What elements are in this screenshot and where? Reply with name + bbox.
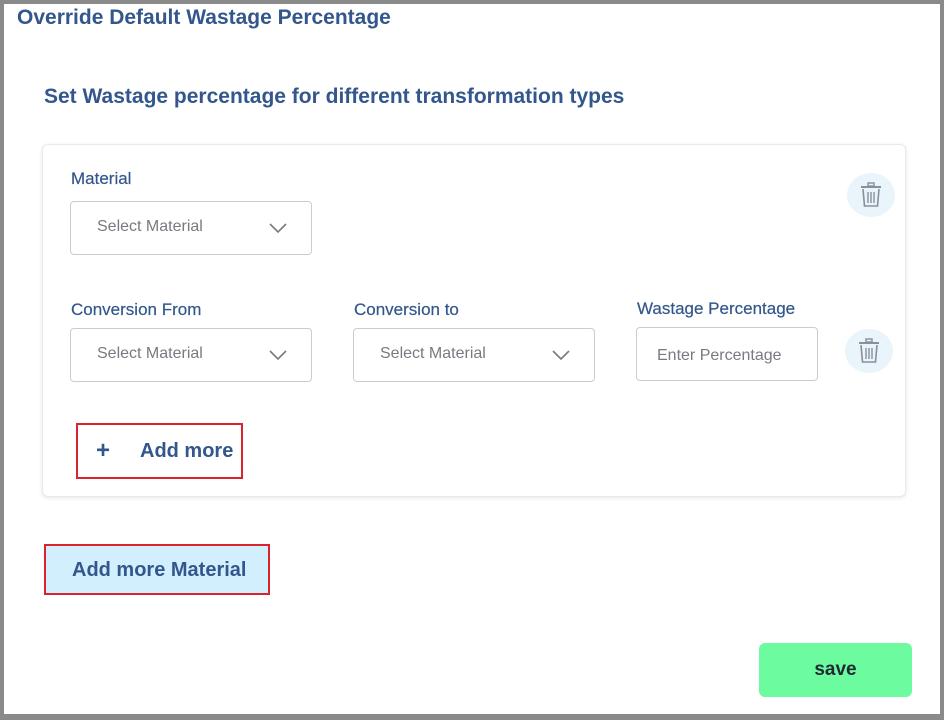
add-more-button[interactable]: + Add more [76, 423, 243, 479]
material-select-placeholder: Select Material [97, 218, 203, 235]
trash-icon [861, 182, 881, 207]
save-label: save [814, 659, 857, 680]
material-select[interactable]: Select Material [70, 201, 312, 255]
add-more-label: Add more [140, 440, 234, 462]
wastage-percentage-placeholder: Enter Percentage [657, 347, 782, 364]
wastage-percentage-input[interactable]: Enter Percentage [636, 327, 818, 381]
material-label: Material [71, 169, 132, 188]
delete-material-button[interactable] [847, 173, 895, 217]
add-more-material-label: Add more Material [72, 559, 247, 581]
chevron-down-icon [269, 350, 287, 361]
page-title: Override Default Wastage Percentage [17, 6, 391, 29]
conversion-to-select[interactable]: Select Material [353, 328, 595, 382]
section-title: Set Wastage percentage for different tra… [44, 85, 625, 108]
conversion-to-label: Conversion to [354, 300, 459, 319]
conversion-from-label: Conversion From [71, 300, 202, 319]
conversion-from-select[interactable]: Select Material [70, 328, 312, 382]
trash-icon [859, 338, 879, 363]
conversion-from-placeholder: Select Material [97, 345, 203, 362]
wastage-percentage-label: Wastage Percentage [637, 299, 796, 318]
add-more-material-button[interactable]: Add more Material [44, 544, 270, 595]
chevron-down-icon [552, 350, 570, 361]
conversion-to-placeholder: Select Material [380, 345, 486, 362]
chevron-down-icon [269, 223, 287, 234]
delete-conversion-button[interactable] [845, 329, 893, 373]
save-button[interactable]: save [759, 643, 912, 697]
plus-icon: + [96, 437, 111, 464]
